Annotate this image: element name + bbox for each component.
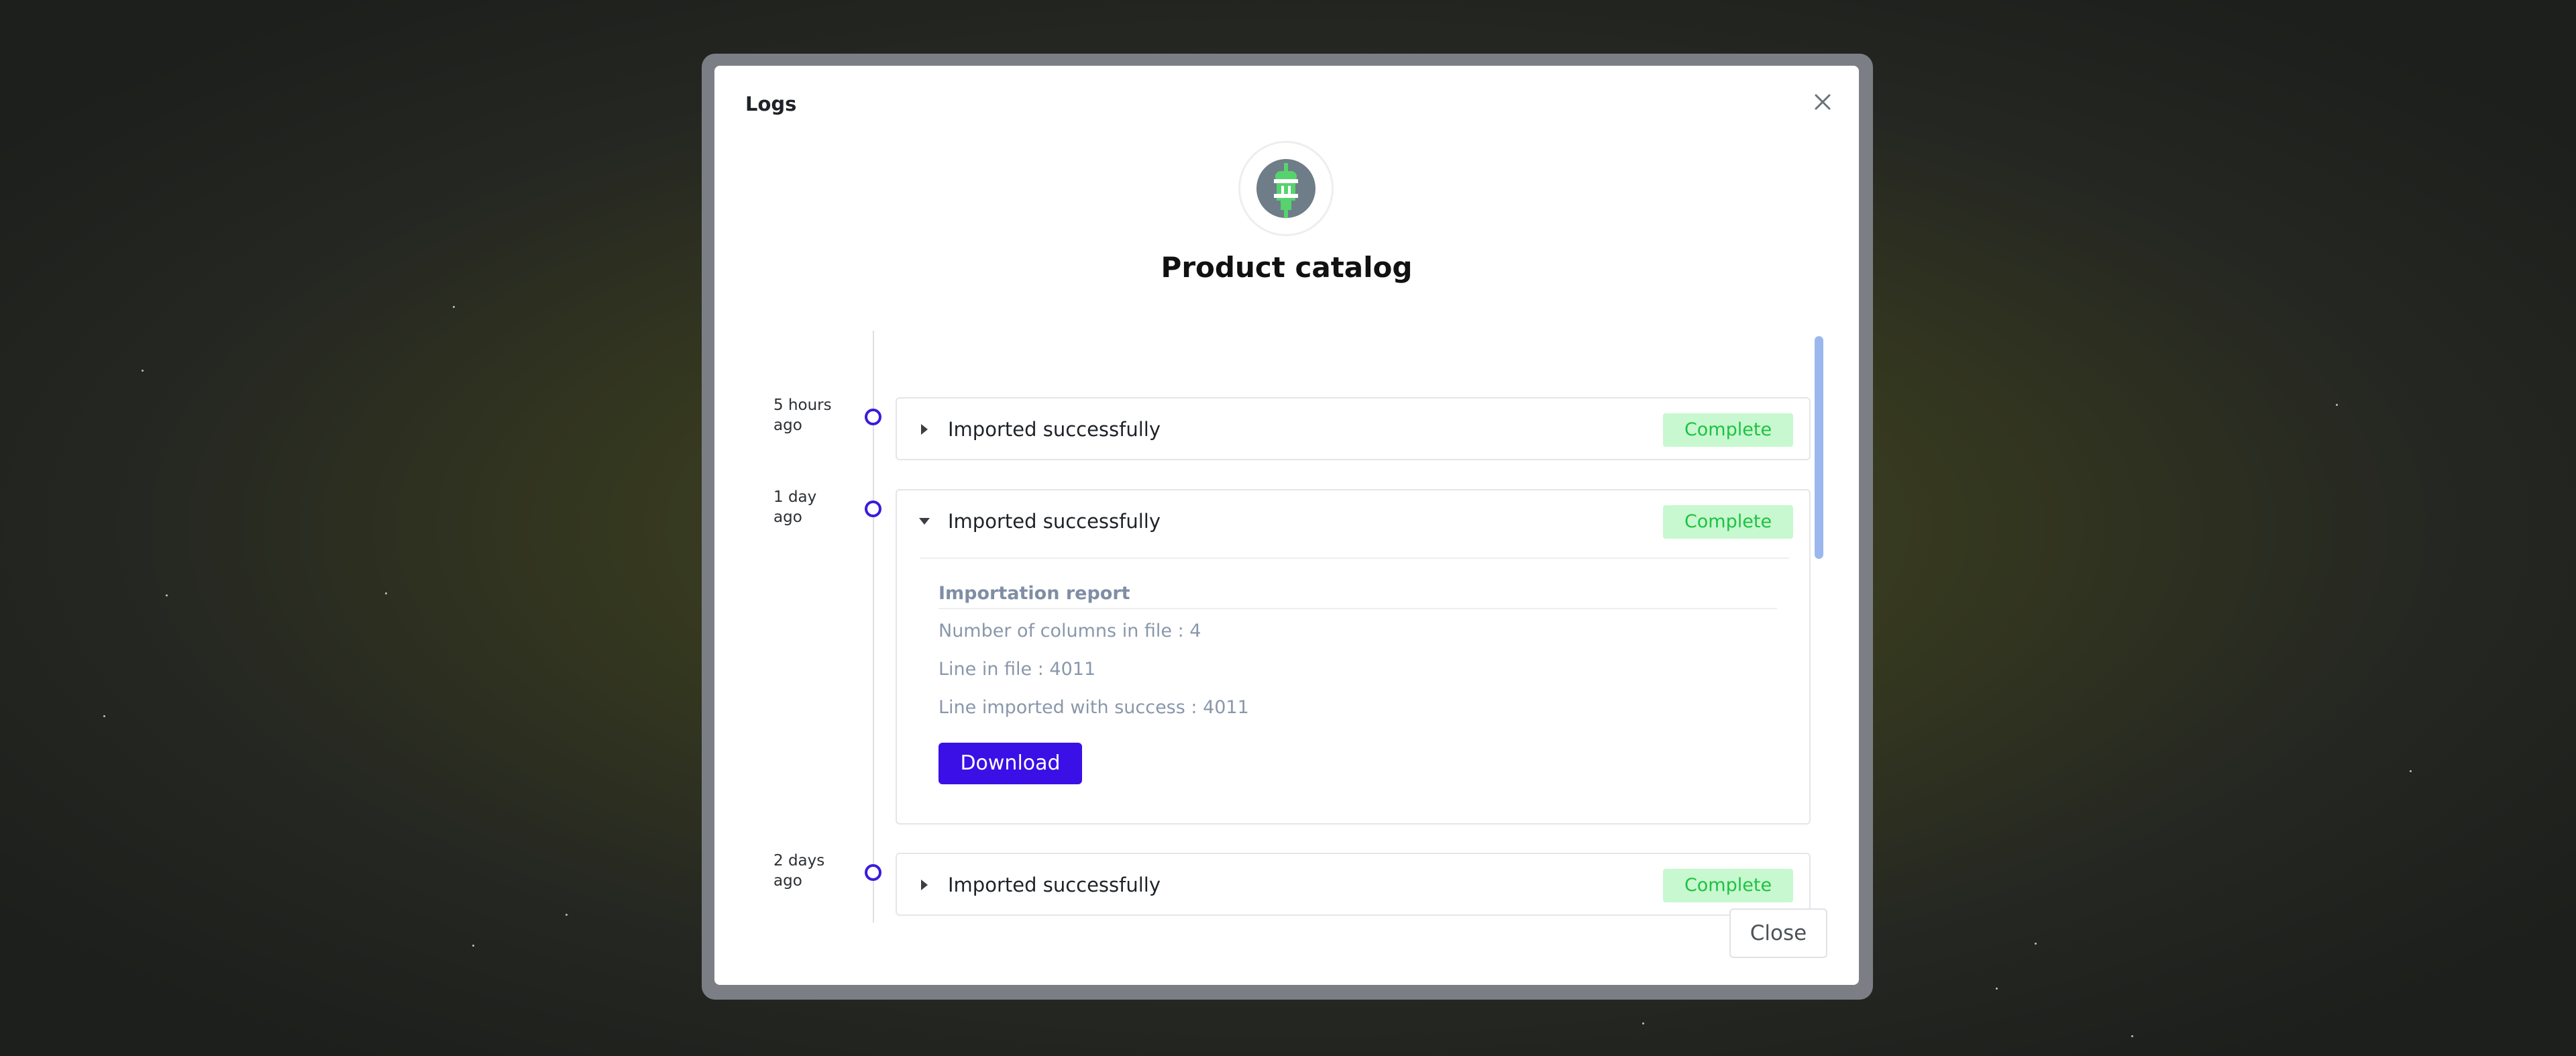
report-rule [938, 608, 1777, 609]
background-star [1642, 1022, 1644, 1024]
log-entry-header[interactable]: Imported successfully Complete [897, 854, 1809, 916]
log-entry: Imported successfully Complete Importati… [896, 489, 1811, 825]
log-entry-label: Imported successfully [948, 510, 1161, 533]
timeline-time: 5 hours ago [773, 397, 832, 434]
background-star [103, 715, 105, 717]
log-entry-header[interactable]: Imported successfully Complete [897, 490, 1809, 552]
background-star [566, 914, 568, 916]
close-button[interactable]: Close [1729, 908, 1827, 958]
timeline-time: 2 days ago [773, 852, 825, 890]
timeline-dot [865, 409, 881, 425]
background-star [2410, 770, 2412, 772]
report-title: Importation report [938, 583, 1130, 604]
background-star [2035, 943, 2037, 945]
product-title: Product catalog [1161, 251, 1413, 284]
status-badge: Complete [1663, 505, 1793, 539]
background-star [385, 592, 387, 594]
background-star [2131, 1035, 2133, 1037]
log-entry: Imported successfully Complete [896, 397, 1811, 460]
logs-modal: Logs Product catalog 5 hours ago Importe… [714, 66, 1859, 985]
background-star [2336, 404, 2338, 406]
download-button[interactable]: Download [938, 743, 1082, 784]
modal-title: Logs [745, 93, 797, 115]
background-star [166, 594, 168, 596]
background-star [453, 306, 455, 308]
background-star [1996, 988, 1998, 990]
entry-divider [920, 558, 1789, 559]
log-entry-label: Imported successfully [948, 418, 1161, 441]
log-entry-label: Imported successfully [948, 874, 1161, 896]
timeline-dot [865, 500, 881, 517]
status-badge: Complete [1663, 869, 1793, 902]
timeline-time: 1 day ago [773, 488, 817, 526]
status-badge: Complete [1663, 413, 1793, 447]
caret-right-icon [921, 880, 928, 890]
report-line: Number of columns in file : 4 [938, 621, 1201, 641]
plug-icon [1256, 159, 1316, 218]
timeline-dot [865, 864, 881, 881]
report-line: Line imported with success : 4011 [938, 697, 1249, 718]
background-star [472, 945, 474, 947]
log-timeline: 5 hours ago Imported successfully Complet… [714, 331, 1859, 922]
close-icon[interactable] [1809, 89, 1836, 115]
connector-logo [1238, 141, 1334, 236]
report-line: Line in file : 4011 [938, 659, 1096, 680]
caret-right-icon [921, 424, 928, 435]
caret-down-icon [919, 518, 930, 525]
scrollbar-thumb[interactable] [1815, 336, 1823, 559]
log-entry-header[interactable]: Imported successfully Complete [897, 399, 1809, 460]
log-entry: Imported successfully Complete [896, 853, 1811, 916]
background-star [142, 370, 144, 372]
